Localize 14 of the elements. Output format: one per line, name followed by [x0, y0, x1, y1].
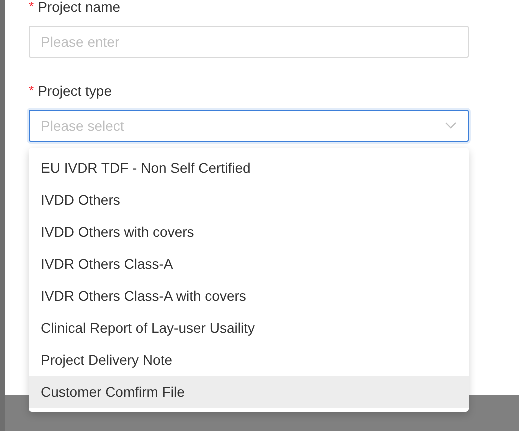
dropdown-option[interactable]: IVDR Others Class-A — [29, 248, 469, 280]
dropdown-option[interactable]: Customer Comfirm File — [29, 376, 469, 408]
input-field[interactable]: Please enter — [29, 26, 469, 58]
field-label: Project type — [38, 82, 112, 101]
required-asterisk: * — [29, 0, 34, 16]
dropdown-option[interactable]: Project Delivery Note — [29, 344, 469, 376]
dropdown-option[interactable]: EU IVDR TDF - Non Self Certified — [29, 152, 469, 184]
chevron-down-icon — [445, 122, 457, 130]
dropdown-option[interactable]: IVDD Others with covers — [29, 216, 469, 248]
field-label: Project name — [38, 0, 121, 17]
required-asterisk: * — [29, 82, 34, 100]
dropdown-option[interactable]: IVDD Others — [29, 184, 469, 216]
dropdown-option[interactable]: IVDR Others Class-A with covers — [29, 280, 469, 312]
dropdown-option[interactable]: Clinical Report of Lay-user Usaility — [29, 312, 469, 344]
